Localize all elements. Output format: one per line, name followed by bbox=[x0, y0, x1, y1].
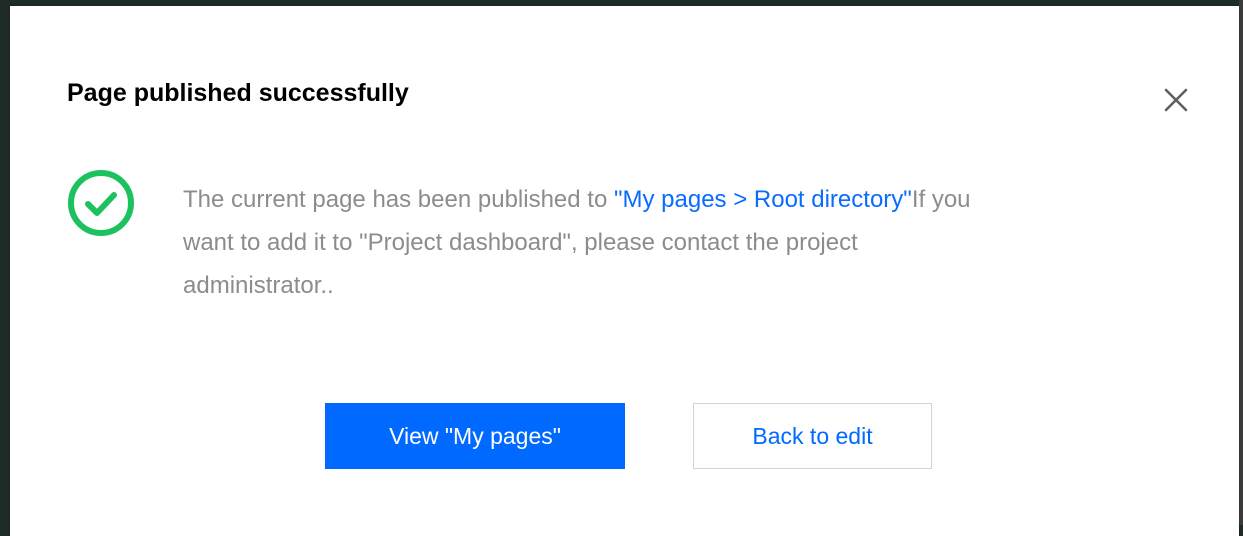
view-my-pages-button[interactable]: View "My pages" bbox=[325, 403, 625, 469]
dialog-title: Page published successfully bbox=[67, 79, 409, 107]
dialog-message: The current page has been published to "… bbox=[183, 178, 1003, 307]
back-to-edit-button[interactable]: Back to edit bbox=[693, 403, 932, 469]
backdrop bbox=[1239, 0, 1243, 525]
close-icon bbox=[1164, 88, 1188, 112]
publish-success-dialog: Page published successfully The current … bbox=[10, 6, 1239, 536]
check-circle-icon bbox=[67, 169, 135, 237]
my-pages-root-link[interactable]: "My pages > Root directory" bbox=[614, 186, 912, 213]
message-text-before: The current page has been published to bbox=[183, 186, 614, 213]
close-button[interactable] bbox=[1158, 82, 1194, 118]
